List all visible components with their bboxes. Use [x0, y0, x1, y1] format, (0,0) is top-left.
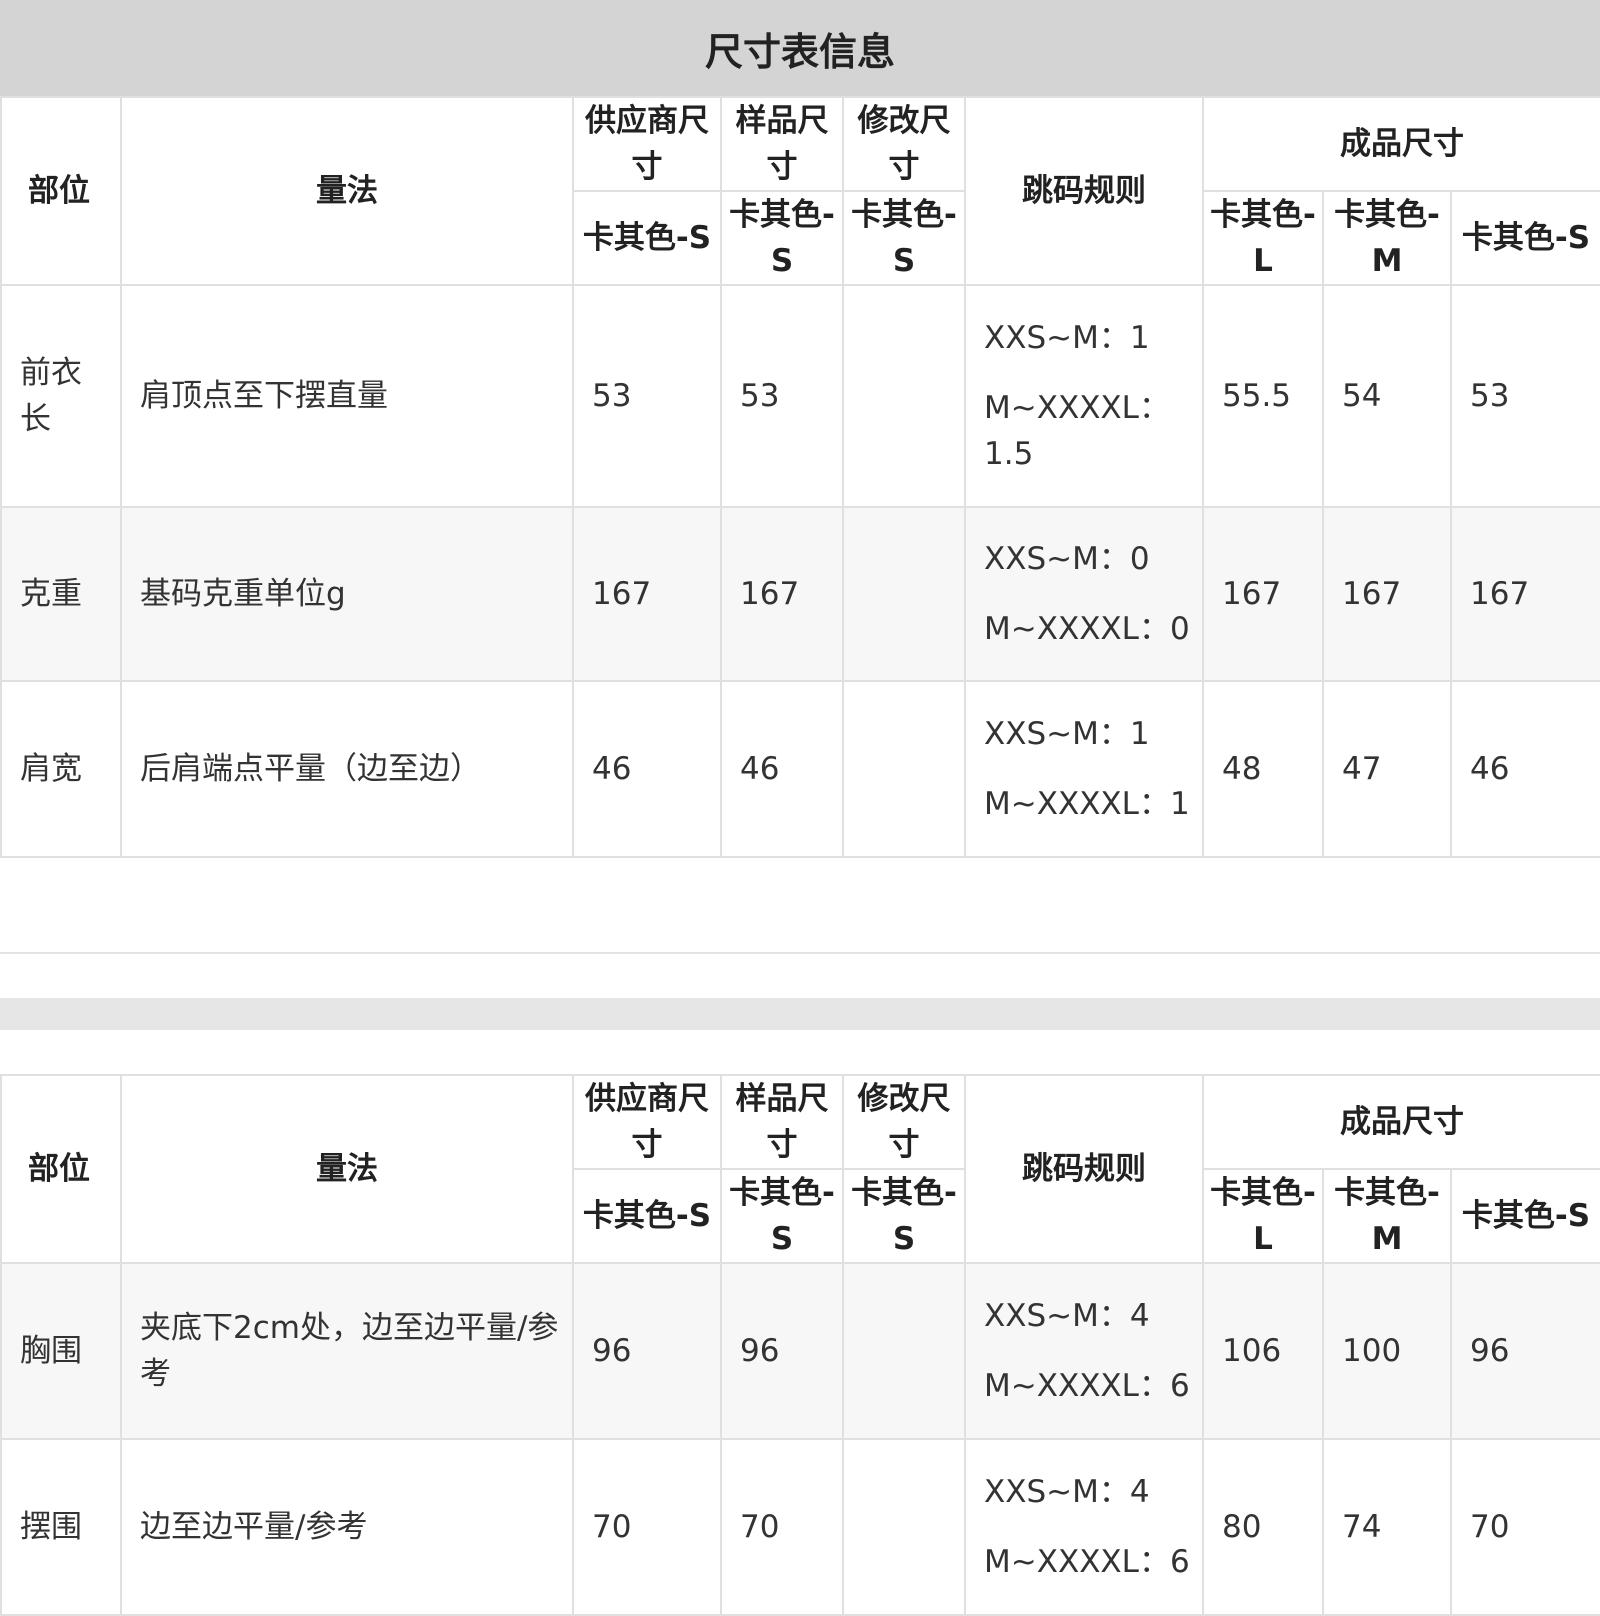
header-part: 部位 [0, 96, 122, 286]
table-row: 肩宽 后肩端点平量（边至边） 46 46 XXS~M：1 M~XXXXL：1 4… [0, 680, 1600, 858]
cell-size-l: 55.5 [1202, 284, 1324, 508]
cell-size-m: 74 [1322, 1438, 1452, 1616]
header-supplier-size: 供应商尺寸 [572, 1074, 722, 1170]
cell-supplier: 53 [572, 284, 722, 508]
cell-grade-rule: XXS~M：1 M~XXXXL：1 [964, 680, 1204, 858]
cell-modified [842, 506, 966, 682]
table-row: 前衣长 肩顶点至下摆直量 53 53 XXS~M：1 M~XXXXL：1.5 5… [0, 284, 1600, 508]
header-modified-size: 修改尺寸 [842, 96, 966, 192]
table-row: 胸围 夹底下2cm处，边至边平量/参考 96 96 XXS~M：4 M~XXXX… [0, 1262, 1600, 1440]
cell-size-m: 47 [1322, 680, 1452, 858]
grade-rule-line-2: M~XXXXL：0 [984, 611, 1190, 647]
cell-modified [842, 284, 966, 508]
header-grade-rule: 跳码规则 [964, 1074, 1204, 1264]
cell-part: 肩宽 [0, 680, 122, 858]
section-separator-strip [0, 998, 1600, 1030]
cell-size-l: 167 [1202, 506, 1324, 682]
cell-size-s: 96 [1450, 1262, 1600, 1440]
header-supplier-size: 供应商尺寸 [572, 96, 722, 192]
header-method: 量法 [120, 96, 574, 286]
header-finished-l: 卡其色-L [1202, 1168, 1324, 1264]
size-chart-title: 尺寸表信息 [0, 0, 1600, 96]
header-row-top: 部位 量法 供应商尺寸 样品尺寸 修改尺寸 跳码规则 成品尺寸 [0, 1074, 1600, 1264]
header-finished-m: 卡其色-M [1322, 190, 1452, 286]
cell-modified [842, 1438, 966, 1616]
grade-rule-line-2: M~XXXXL：6 [984, 1544, 1190, 1580]
cell-size-l: 106 [1202, 1262, 1324, 1440]
cell-part: 胸围 [0, 1262, 122, 1440]
cell-sample: 167 [720, 506, 844, 682]
cell-method: 夹底下2cm处，边至边平量/参考 [120, 1262, 574, 1440]
header-sample-size: 样品尺寸 [720, 1074, 844, 1170]
cell-size-l: 48 [1202, 680, 1324, 858]
cell-method: 后肩端点平量（边至边） [120, 680, 574, 858]
header-finished-l: 卡其色-L [1202, 190, 1324, 286]
grade-rule-line-1: XXS~M：4 [984, 1298, 1150, 1334]
cell-sample: 96 [720, 1262, 844, 1440]
header-modified-sub: 卡其色-S [842, 1168, 966, 1264]
cell-size-s: 53 [1450, 284, 1600, 508]
cell-part: 克重 [0, 506, 122, 682]
cell-sample: 46 [720, 680, 844, 858]
cell-method: 肩顶点至下摆直量 [120, 284, 574, 508]
cell-supplier: 167 [572, 506, 722, 682]
header-sample-size: 样品尺寸 [720, 96, 844, 192]
header-supplier-sub: 卡其色-S [572, 1168, 722, 1264]
cell-supplier: 70 [572, 1438, 722, 1616]
size-table-1: 部位 量法 供应商尺寸 样品尺寸 修改尺寸 跳码规则 成品尺寸 卡其色-S 卡其… [0, 96, 1600, 858]
cell-size-s: 167 [1450, 506, 1600, 682]
header-grade-rule: 跳码规则 [964, 96, 1204, 286]
cell-size-s: 46 [1450, 680, 1600, 858]
grade-rule-line-1: XXS~M：1 [984, 320, 1150, 356]
grade-rule-line-1: XXS~M：1 [984, 716, 1150, 752]
grade-rule-line-1: XXS~M：0 [984, 541, 1150, 577]
grade-rule-line-2: M~XXXXL：1 [984, 786, 1190, 822]
cell-modified [842, 680, 966, 858]
cell-part: 前衣长 [0, 284, 122, 508]
cell-size-s: 70 [1450, 1438, 1600, 1616]
cell-grade-rule: XXS~M：4 M~XXXXL：6 [964, 1438, 1204, 1616]
cell-grade-rule: XXS~M：4 M~XXXXL：6 [964, 1262, 1204, 1440]
table-row: 摆围 边至边平量/参考 70 70 XXS~M：4 M~XXXXL：6 80 7… [0, 1438, 1600, 1616]
section-divider [0, 952, 1600, 954]
cell-sample: 53 [720, 284, 844, 508]
cell-grade-rule: XXS~M：1 M~XXXXL：1.5 [964, 284, 1204, 508]
cell-size-m: 167 [1322, 506, 1452, 682]
header-modified-sub: 卡其色-S [842, 190, 966, 286]
header-finished-s: 卡其色-S [1450, 190, 1600, 286]
cell-supplier: 46 [572, 680, 722, 858]
size-table-2: 部位 量法 供应商尺寸 样品尺寸 修改尺寸 跳码规则 成品尺寸 卡其色-S 卡其… [0, 1074, 1600, 1616]
table-row: 克重 基码克重单位g 167 167 XXS~M：0 M~XXXXL：0 167… [0, 506, 1600, 682]
cell-part: 摆围 [0, 1438, 122, 1616]
cell-supplier: 96 [572, 1262, 722, 1440]
cell-method: 边至边平量/参考 [120, 1438, 574, 1616]
header-finished-s: 卡其色-S [1450, 1168, 1600, 1264]
header-method: 量法 [120, 1074, 574, 1264]
cell-grade-rule: XXS~M：0 M~XXXXL：0 [964, 506, 1204, 682]
header-sample-sub: 卡其色-S [720, 1168, 844, 1264]
header-finished-size: 成品尺寸 [1202, 1074, 1600, 1170]
cell-size-m: 100 [1322, 1262, 1452, 1440]
cell-size-l: 80 [1202, 1438, 1324, 1616]
grade-rule-line-2: M~XXXXL：6 [984, 1368, 1190, 1404]
header-sample-sub: 卡其色-S [720, 190, 844, 286]
grade-rule-line-1: XXS~M：4 [984, 1474, 1150, 1510]
cell-modified [842, 1262, 966, 1440]
grade-rule-line-2: M~XXXXL：1.5 [984, 390, 1170, 472]
header-part: 部位 [0, 1074, 122, 1264]
cell-sample: 70 [720, 1438, 844, 1616]
cell-size-m: 54 [1322, 284, 1452, 508]
header-row-top: 部位 量法 供应商尺寸 样品尺寸 修改尺寸 跳码规则 成品尺寸 [0, 96, 1600, 286]
header-finished-m: 卡其色-M [1322, 1168, 1452, 1264]
header-modified-size: 修改尺寸 [842, 1074, 966, 1170]
cell-method: 基码克重单位g [120, 506, 574, 682]
header-finished-size: 成品尺寸 [1202, 96, 1600, 192]
header-supplier-sub: 卡其色-S [572, 190, 722, 286]
